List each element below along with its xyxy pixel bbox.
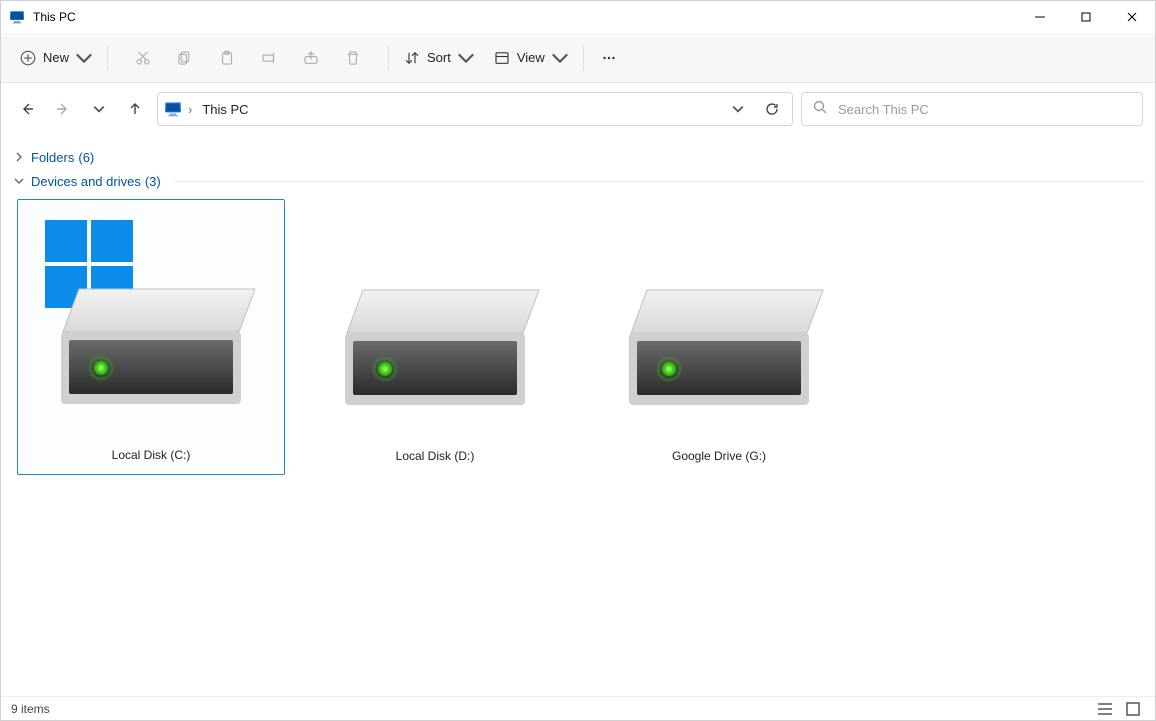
new-button[interactable]: New <box>13 41 99 75</box>
minimize-button[interactable] <box>1017 1 1063 33</box>
search-icon <box>812 99 828 120</box>
chevron-right-icon[interactable]: › <box>188 102 192 117</box>
address-bar[interactable]: › This PC <box>157 92 793 126</box>
more-button[interactable] <box>592 41 626 75</box>
refresh-button[interactable] <box>758 95 786 123</box>
forward-button[interactable] <box>49 95 77 123</box>
this-pc-icon <box>164 100 182 118</box>
large-icons-view-button[interactable] <box>1121 699 1145 719</box>
cut-button[interactable] <box>126 41 160 75</box>
sort-button-label: Sort <box>427 50 451 65</box>
recent-locations-button[interactable] <box>85 95 113 123</box>
view-button[interactable]: View <box>487 41 575 75</box>
window-title: This PC <box>33 10 76 24</box>
search-box[interactable] <box>801 92 1143 126</box>
rename-button[interactable] <box>252 41 286 75</box>
address-history-dropdown[interactable] <box>724 95 752 123</box>
chevron-down-icon <box>11 173 27 189</box>
sort-button[interactable]: Sort <box>397 41 481 75</box>
status-item-count: 9 items <box>11 702 50 716</box>
paste-button[interactable] <box>210 41 244 75</box>
group-header-drives[interactable]: Devices and drives (3) <box>11 169 1145 193</box>
this-pc-icon <box>9 9 25 25</box>
drive-label: Google Drive (G:) <box>672 413 766 463</box>
chevron-down-icon <box>457 49 475 67</box>
delete-button[interactable] <box>336 41 370 75</box>
group-label-folders: Folders <box>31 150 74 165</box>
chevron-down-icon <box>75 49 93 67</box>
search-input[interactable] <box>838 102 1132 117</box>
drive-item-d[interactable]: Local Disk (D:) <box>301 199 569 475</box>
drive-icon <box>30 212 272 412</box>
view-button-label: View <box>517 50 545 65</box>
copy-button[interactable] <box>168 41 202 75</box>
group-count-folders: (6) <box>78 150 94 165</box>
navigation-row: › This PC <box>1 83 1155 135</box>
content-pane: Folders (6) Devices and drives (3) <box>1 135 1155 696</box>
share-button[interactable] <box>294 41 328 75</box>
drive-label: Local Disk (D:) <box>396 413 475 463</box>
drive-icon <box>597 213 841 413</box>
new-button-label: New <box>43 50 69 65</box>
group-count-drives: (3) <box>145 174 161 189</box>
close-button[interactable] <box>1109 1 1155 33</box>
details-view-button[interactable] <box>1093 699 1117 719</box>
drive-icon <box>313 213 557 413</box>
group-label-drives: Devices and drives <box>31 174 141 189</box>
breadcrumb-this-pc[interactable]: This PC <box>198 102 252 117</box>
group-header-folders[interactable]: Folders (6) <box>11 145 1145 169</box>
command-bar: New Sort View <box>1 33 1155 83</box>
drives-container: Local Disk (C:) Local Disk (D:) <box>11 193 1145 505</box>
chevron-down-icon <box>551 49 569 67</box>
title-bar: This PC <box>1 1 1155 33</box>
drive-label: Local Disk (C:) <box>112 412 191 462</box>
drive-item-g[interactable]: Google Drive (G:) <box>585 199 853 475</box>
drive-item-c[interactable]: Local Disk (C:) <box>17 199 285 475</box>
status-bar: 9 items <box>1 696 1155 720</box>
back-button[interactable] <box>13 95 41 123</box>
up-button[interactable] <box>121 95 149 123</box>
chevron-right-icon <box>11 149 27 165</box>
maximize-button[interactable] <box>1063 1 1109 33</box>
